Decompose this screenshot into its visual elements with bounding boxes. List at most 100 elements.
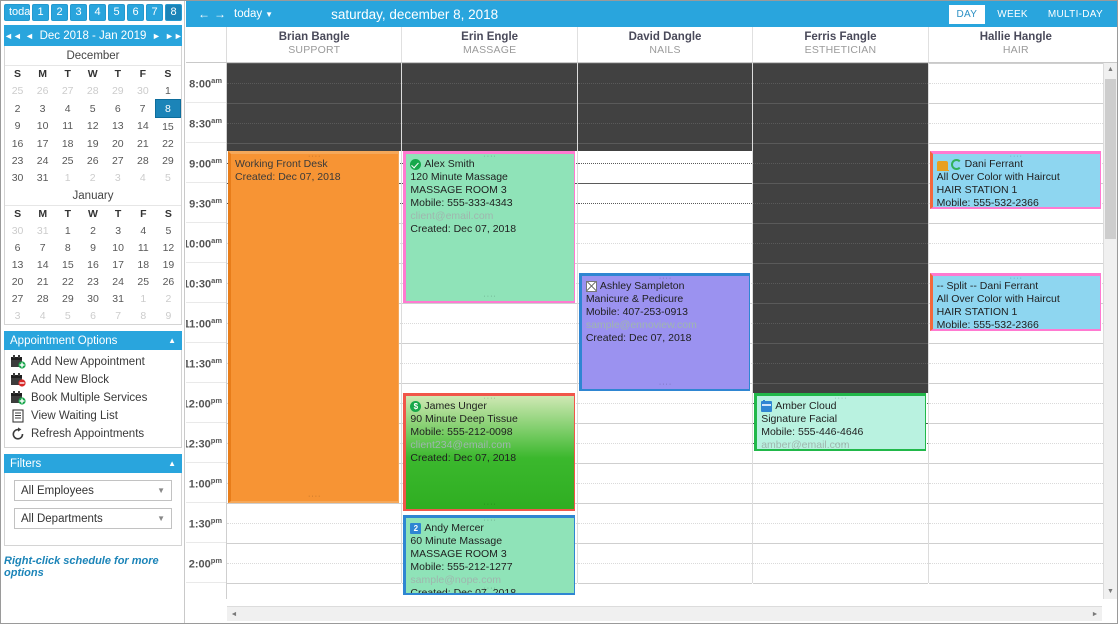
calendar-day-cell[interactable]: 25 <box>131 273 156 290</box>
calendar-day-cell[interactable]: 31 <box>30 169 55 186</box>
option-book-multiple-services[interactable]: Book Multiple Services <box>5 389 181 407</box>
calendar-day-cell[interactable]: 28 <box>30 290 55 307</box>
calendar-day-cell[interactable]: 14 <box>130 118 155 136</box>
column-header-brian-bangle[interactable]: Brian Bangle SUPPORT <box>227 27 401 62</box>
calendar-day-cell[interactable]: 10 <box>106 239 131 256</box>
horizontal-scrollbar[interactable]: ◄ ► <box>227 606 1102 621</box>
calendar-day-cell[interactable]: 1 <box>155 82 180 100</box>
calendar-day-cell[interactable]: 28 <box>80 82 105 100</box>
calendar-day-cell[interactable]: 29 <box>105 82 130 100</box>
calendar-last-button[interactable]: ►► <box>165 31 183 41</box>
schedule-column-brian-bangle[interactable]: ···· Working Front Desk Created: Dec 07, 2… <box>227 63 403 584</box>
calendar-day-cell[interactable]: 4 <box>130 169 155 186</box>
resize-handle-top[interactable]: ···· <box>483 518 496 524</box>
calendar-day-cell[interactable]: 4 <box>30 307 55 324</box>
calendar-day-cell[interactable]: 26 <box>80 152 105 169</box>
calendar-day-cell[interactable]: 30 <box>130 82 155 100</box>
calendar-day-cell[interactable]: 9 <box>156 307 181 324</box>
calendar-day-cell[interactable]: 2 <box>80 169 105 186</box>
unavailable-block[interactable] <box>402 63 577 204</box>
unavailable-block[interactable] <box>753 63 928 444</box>
calendar-day-cell[interactable]: 27 <box>55 82 80 100</box>
calendar-day-cell[interactable]: 9 <box>5 118 30 136</box>
calendar-day-cell[interactable]: 25 <box>55 152 80 169</box>
calendar-prev-button[interactable]: ◄ <box>21 31 38 41</box>
chevron-down-icon[interactable]: ▼ <box>265 10 273 19</box>
filters-header[interactable]: Filters ▲ <box>4 454 182 473</box>
appointment-james-unger[interactable]: ···· $ James Unger 90 Minute Deep Tissue Mob… <box>403 393 575 511</box>
vertical-scroll-thumb[interactable] <box>1105 79 1116 239</box>
view-button-multi-day[interactable]: MULTI-DAY <box>1040 5 1111 24</box>
calendar-day-cell[interactable]: 10 <box>30 118 55 136</box>
calendar-day-cell[interactable]: 30 <box>5 169 30 186</box>
calendar-day-cell[interactable]: 29 <box>55 290 80 307</box>
calendar-day-cell[interactable]: 16 <box>80 256 105 273</box>
resize-handle-top[interactable]: ···· <box>1010 276 1023 282</box>
schedule-column-erin-engle[interactable]: ···· Alex Smith 120 Minute Massage MASSAGE … <box>402 63 578 595</box>
resize-handle-bottom[interactable]: ···· <box>834 441 847 448</box>
calendar-day-cell[interactable]: 18 <box>55 135 80 152</box>
calendar-day-cell[interactable]: 13 <box>105 118 130 136</box>
calendar-day-cell[interactable]: 7 <box>130 100 155 118</box>
calendar-day-cell[interactable]: 9 <box>80 239 105 256</box>
quickbar-day-5[interactable]: 5 <box>108 4 125 21</box>
calendar-day-cell[interactable]: 30 <box>5 222 30 239</box>
calendar-day-cell[interactable]: 6 <box>80 307 105 324</box>
calendar-day-cell[interactable]: 8 <box>55 239 80 256</box>
calendar-day-cell[interactable]: 24 <box>30 152 55 169</box>
resize-handle-bottom[interactable]: ···· <box>1010 321 1023 328</box>
calendar-day-cell[interactable]: 2 <box>80 222 105 239</box>
appointment-options-header[interactable]: Appointment Options ▲ <box>4 331 182 350</box>
calendar-day-cell[interactable]: 21 <box>130 135 155 152</box>
calendar-day-cell[interactable]: 12 <box>80 118 105 136</box>
calendar-day-cell[interactable]: 1 <box>55 222 80 239</box>
calendar-day-cell[interactable]: 5 <box>80 100 105 118</box>
appointment-dani-ferrant-split[interactable]: ···· -- Split -- Dani Ferrant All Over Col… <box>929 273 1102 331</box>
view-button-day[interactable]: DAY <box>948 4 986 24</box>
appointment-amber-cloud[interactable]: ···· Amber Cloud Signature Facial Mobile: 5… <box>754 393 926 451</box>
calendar-day-cell[interactable]: 3 <box>5 307 30 324</box>
department-filter-select[interactable]: All Departments ▼ <box>14 508 172 529</box>
unavailable-block[interactable] <box>577 63 753 204</box>
calendar-day-cell[interactable]: 26 <box>30 82 55 100</box>
calendar-day-cell[interactable]: 23 <box>80 273 105 290</box>
quickbar-today-button[interactable]: today <box>4 4 36 21</box>
calendar-day-cell[interactable]: 1 <box>55 169 80 186</box>
calendar-day-cell[interactable]: 3 <box>106 222 131 239</box>
calendar-day-cell[interactable]: 30 <box>80 290 105 307</box>
calendar-day-cell[interactable]: 6 <box>105 100 130 118</box>
resize-handle-bottom[interactable]: ···· <box>483 501 496 508</box>
unavailable-block[interactable] <box>227 63 402 204</box>
calendar-day-cell[interactable]: 17 <box>106 256 131 273</box>
schedule-column-david-dangle[interactable]: ···· Ashley Sampleton Manicure & Pedicure M… <box>577 63 754 584</box>
appointment-working-front-desk[interactable]: ···· Working Front Desk Created: Dec 07, 2… <box>228 151 400 503</box>
calendar-day-cell[interactable]: 23 <box>5 152 30 169</box>
chevron-up-icon[interactable]: ▲ <box>168 459 176 468</box>
resize-handle-top[interactable]: ···· <box>483 154 496 160</box>
column-header-hallie-hangle[interactable]: Hallie Hangle HAIR <box>927 27 1103 62</box>
calendar-day-cell[interactable]: 3 <box>105 169 130 186</box>
calendar-day-cell[interactable]: 15 <box>155 118 180 136</box>
resize-handle-bottom[interactable]: ···· <box>483 293 496 300</box>
calendar-day-cell[interactable]: 3 <box>30 100 55 118</box>
resize-handle-top[interactable]: ···· <box>308 154 321 160</box>
calendar-day-cell[interactable]: 15 <box>55 256 80 273</box>
calendar-day-cell[interactable]: 12 <box>156 239 181 256</box>
calendar-day-cell[interactable]: 26 <box>156 273 181 290</box>
resize-handle-top[interactable]: ···· <box>834 396 847 402</box>
calendar-day-cell[interactable]: 2 <box>156 290 181 307</box>
calendar-day-cell[interactable]: 13 <box>5 256 30 273</box>
option-add-new-appointment[interactable]: Add New Appointment <box>5 353 181 371</box>
option-refresh-appointments[interactable]: Refresh Appointments <box>5 425 181 443</box>
prev-day-button[interactable]: ← <box>196 7 212 21</box>
view-button-week[interactable]: WEEK <box>989 5 1036 24</box>
calendar-day-cell[interactable]: 21 <box>30 273 55 290</box>
quickbar-day-2[interactable]: 2 <box>51 4 68 21</box>
calendar-day-cell[interactable]: 22 <box>155 135 180 152</box>
calendar-day-cell[interactable]: 17 <box>30 135 55 152</box>
calendar-day-cell[interactable]: 31 <box>106 290 131 307</box>
appointment-ashley-sampleton[interactable]: ···· Ashley Sampleton Manicure & Pedicure M… <box>578 273 751 391</box>
scroll-right-button[interactable]: ► <box>1088 611 1102 618</box>
calendar-day-cell[interactable]: 24 <box>106 273 131 290</box>
column-header-david-dangle[interactable]: David Dangle NAILS <box>576 27 752 62</box>
